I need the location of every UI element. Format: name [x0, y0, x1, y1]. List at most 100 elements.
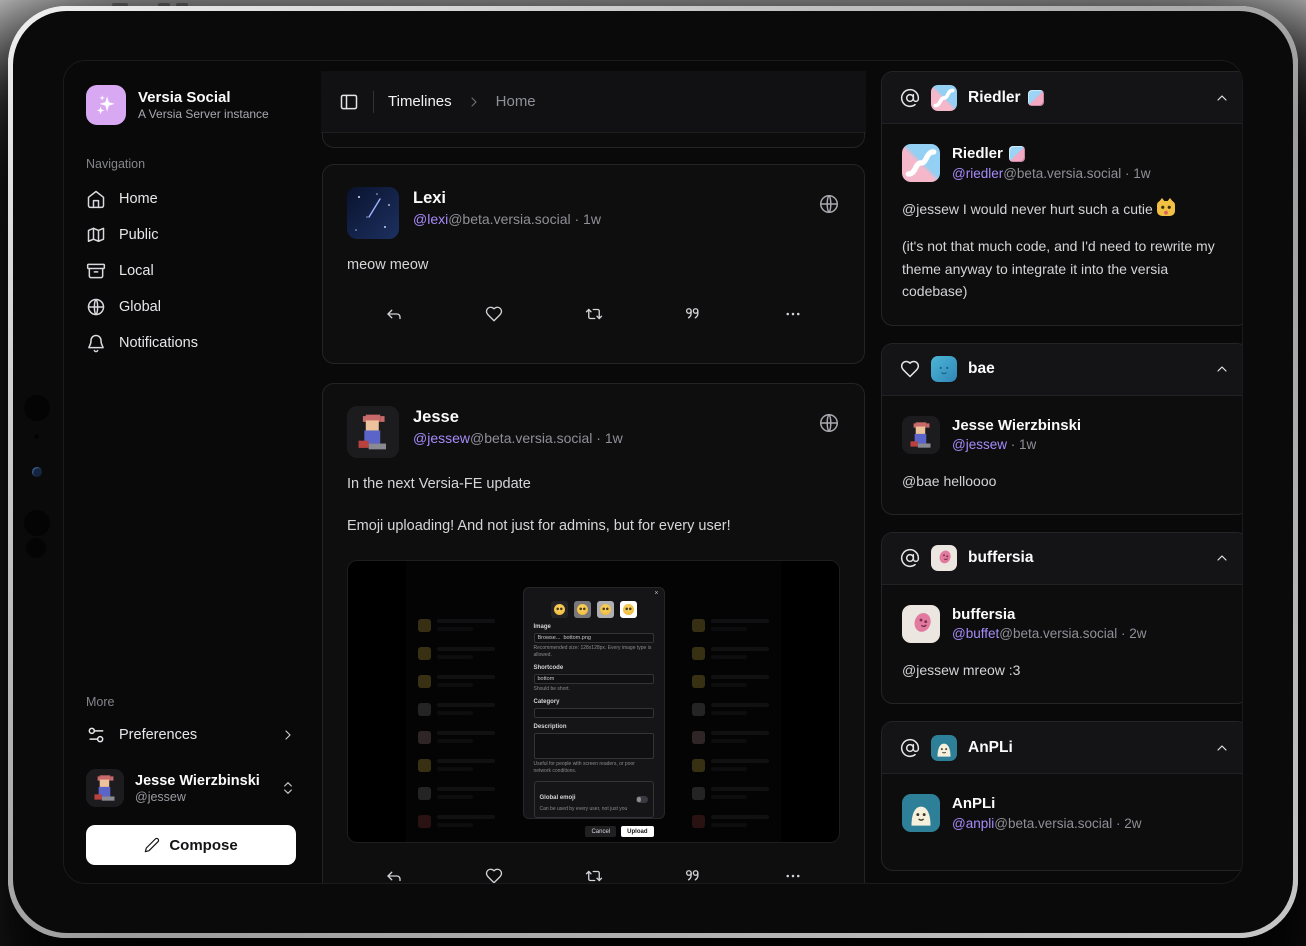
- notification-author-handle[interactable]: @buffet: [952, 626, 999, 641]
- avatar[interactable]: [347, 406, 399, 458]
- at-sign-icon: [900, 738, 920, 758]
- emoji-preview-row: [534, 601, 654, 618]
- breadcrumb-current: Home: [496, 93, 536, 110]
- notification-author-name[interactable]: buffersia: [952, 605, 1015, 625]
- shortcode-value: bottom: [538, 676, 555, 682]
- account-switcher[interactable]: Jesse Wierzbinski @jessew: [86, 769, 296, 807]
- notification-group-header[interactable]: bae: [882, 344, 1243, 396]
- notification-author-name[interactable]: Riedler: [952, 144, 1003, 164]
- visibility-globe-icon[interactable]: [818, 406, 840, 439]
- post-card-jesse[interactable]: Jesse @jessew@beta.versia.social · 1w In…: [322, 383, 865, 883]
- category-input: [534, 708, 654, 718]
- boost-button[interactable]: [585, 867, 603, 884]
- like-button[interactable]: [485, 867, 503, 884]
- current-user-handle: @jessew: [135, 790, 260, 804]
- notification-group-header[interactable]: Riedler: [882, 72, 1243, 124]
- avatar[interactable]: [902, 144, 940, 182]
- notification-author-handle[interactable]: @jessew: [952, 437, 1007, 452]
- avatar: [86, 769, 124, 807]
- chevrons-up-down-icon: [280, 780, 296, 796]
- chevron-up-icon[interactable]: [1214, 550, 1230, 566]
- compose-label: Compose: [169, 837, 237, 854]
- instance-header[interactable]: Versia Social A Versia Server instance: [86, 85, 296, 125]
- sidebar-item-notifications[interactable]: Notifications: [86, 325, 296, 361]
- avatar[interactable]: [902, 794, 940, 832]
- sidebar-item-label: Home: [119, 191, 158, 207]
- header-divider: [373, 91, 374, 113]
- post-card-lexi[interactable]: Lexi @lexi@beta.versia.social · 1w meow …: [322, 164, 865, 364]
- post-text: In the next Versia-FE update: [347, 474, 840, 496]
- chevron-up-icon[interactable]: [1214, 361, 1230, 377]
- avatar[interactable]: [902, 416, 940, 454]
- emoji-upload-dialog: × Image Browse... bot: [523, 587, 665, 819]
- quote-button[interactable]: [684, 867, 702, 884]
- notification-author-handle[interactable]: @anpli: [952, 816, 994, 831]
- post-text: Emoji uploading! And not just for admins…: [347, 516, 840, 538]
- preferences-label: Preferences: [119, 727, 197, 743]
- notification-author-name[interactable]: Jesse Wierzbinski: [952, 416, 1081, 436]
- quote-button[interactable]: [684, 305, 702, 323]
- notification-group-header[interactable]: buffersia: [882, 533, 1243, 585]
- sidebar-item-global[interactable]: Global: [86, 289, 296, 325]
- sidebar-item-label: Local: [119, 263, 154, 279]
- chevron-up-icon[interactable]: [1214, 90, 1230, 106]
- pleading-emoji-white: [620, 601, 637, 618]
- notification-group-riedler: Riedler Riedler @riedler@beta.versia.s: [881, 71, 1243, 326]
- sidebar-toggle-icon[interactable]: [339, 92, 359, 112]
- section-label-more: More: [86, 695, 296, 709]
- post-attachment-image[interactable]: × Image Browse... bot: [347, 560, 840, 843]
- visibility-globe-icon[interactable]: [818, 187, 840, 220]
- post-author-handle[interactable]: @lexi: [413, 211, 448, 227]
- chevron-right-icon: [466, 94, 482, 110]
- avatar[interactable]: [902, 605, 940, 643]
- compose-button[interactable]: Compose: [86, 825, 296, 865]
- notification-author-name[interactable]: AnPLi: [952, 794, 995, 814]
- sidebar-item-public[interactable]: Public: [86, 217, 296, 253]
- page: Versia Social A Versia Server instance N…: [0, 0, 1306, 946]
- post-author-meta: @beta.versia.social · 1w: [448, 211, 601, 227]
- notification-group-anpli: AnPLi AnPLi @anpli@beta.versia.social: [881, 721, 1243, 871]
- post-author-name[interactable]: Jesse: [413, 406, 623, 428]
- heart-icon: [900, 359, 920, 379]
- globe-icon: [86, 297, 106, 317]
- browse-button: Browse...: [538, 635, 561, 641]
- notification-author-handle[interactable]: @riedler: [952, 166, 1003, 181]
- global-emoji-hint: Can be used by every user, not just you: [540, 806, 628, 813]
- cube-emoji: [1009, 146, 1025, 162]
- notification-group-bae: bae Jesse Wierzbinski @jessew · 1w: [881, 343, 1243, 515]
- post-author-name[interactable]: Lexi: [413, 187, 601, 209]
- notification-author-meta: @beta.versia.social · 2w: [999, 626, 1146, 641]
- description-hint: Useful for people with screen readers, o…: [534, 761, 654, 775]
- avatar[interactable]: [347, 187, 399, 239]
- boost-button[interactable]: [585, 305, 603, 323]
- bell-icon: [86, 333, 106, 353]
- reply-button[interactable]: [385, 305, 403, 323]
- camera-sensor: [34, 434, 39, 439]
- post-author-handle[interactable]: @jessew: [413, 430, 470, 446]
- chevron-up-icon[interactable]: [1214, 740, 1230, 756]
- tablet-bezel: Versia Social A Versia Server instance N…: [13, 11, 1293, 933]
- notification-group-header[interactable]: AnPLi: [882, 722, 1243, 774]
- avatar: [931, 85, 957, 111]
- camera-sensor: [24, 395, 50, 421]
- cube-emoji: [1028, 90, 1044, 106]
- sidebar-item-home[interactable]: Home: [86, 181, 296, 217]
- description-label: Description: [534, 724, 654, 730]
- avatar: [931, 545, 957, 571]
- more-options-button[interactable]: [784, 867, 802, 884]
- front-camera: [32, 467, 42, 477]
- sidebar-item-local[interactable]: Local: [86, 253, 296, 289]
- more-options-button[interactable]: [784, 305, 802, 323]
- sidebar-item-preferences[interactable]: Preferences: [86, 717, 296, 753]
- reply-button[interactable]: [385, 867, 403, 884]
- notification-author-meta: · 1w: [1007, 437, 1036, 452]
- notification-title: Riedler: [968, 89, 1021, 107]
- like-button[interactable]: [485, 305, 503, 323]
- archive-icon: [86, 261, 106, 281]
- close-icon: ×: [654, 590, 658, 597]
- post-text: meow meow: [347, 255, 840, 277]
- sidebar-item-label: Global: [119, 299, 161, 315]
- timeline-column: Timelines Home: [321, 61, 866, 883]
- breadcrumb-root[interactable]: Timelines: [388, 93, 452, 110]
- description-textarea: [534, 733, 654, 759]
